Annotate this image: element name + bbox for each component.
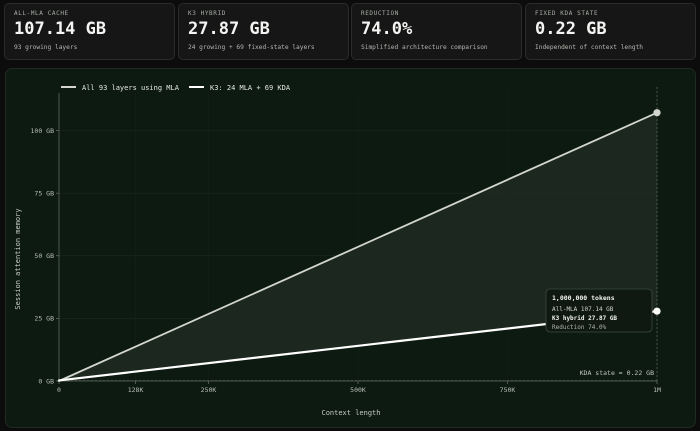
card-value: 107.14 GB xyxy=(14,19,107,39)
card-reduction: REDUCTION 74.0% Simplified architecture … xyxy=(351,3,522,60)
y-tick-label: 0 GB xyxy=(38,377,54,385)
x-tick-label: 250K xyxy=(201,386,217,394)
y-tick-label: 50 GB xyxy=(34,252,54,260)
card-fixed-kda-state: FIXED KDA STATE 0.22 GB Independent of c… xyxy=(525,3,696,60)
series-end-point-k3 xyxy=(653,307,661,315)
legend: All 93 layers using MLA K3: 24 MLA + 69 … xyxy=(61,84,291,92)
card-subtitle: Simplified architecture comparison xyxy=(361,44,488,51)
x-tick-label: 128K xyxy=(128,386,144,394)
kda-state-label: KDA state ≈ 0.22 GB xyxy=(580,369,654,377)
x-tick-label: 0 xyxy=(57,386,61,394)
legend-label-k3: K3: 24 MLA + 69 KDA xyxy=(210,84,291,92)
tooltip-all-mla: All-MLA 107.14 GB xyxy=(552,306,614,313)
legend-label-all-mla: All 93 layers using MLA xyxy=(82,84,180,92)
card-value: 27.87 GB xyxy=(188,19,270,39)
memory-chart: 0 GB 25 GB 50 GB 75 GB 100 GB 0 128K 250K 500K 75… xyxy=(14,84,661,417)
y-tick-label: 75 GB xyxy=(34,189,54,197)
card-k3-hybrid: K3 HYBRID 27.87 GB 24 growing + 69 fixed… xyxy=(178,3,349,60)
tooltip-reduction: Reduction 74.0% xyxy=(552,324,607,331)
tooltip: 1,000,000 tokens All-MLA 107.14 GB K3 hy… xyxy=(545,288,653,333)
series-end-point-all-mla xyxy=(653,109,661,117)
tooltip-title: 1,000,000 tokens xyxy=(552,294,615,302)
card-subtitle: 24 growing + 69 fixed-state layers xyxy=(188,44,315,51)
summary-cards: ALL-MLA CACHE 107.14 GB 93 growing layer… xyxy=(4,3,696,61)
card-subtitle: Independent of context length xyxy=(535,44,644,51)
card-value: 0.22 GB xyxy=(535,19,607,39)
card-value: 74.0% xyxy=(361,19,413,39)
x-tick-label: 750K xyxy=(500,386,516,394)
y-tick-label: 100 GB xyxy=(31,127,55,135)
x-axis-title: Context length xyxy=(321,409,380,417)
x-tick-label: 1M xyxy=(653,386,661,394)
chart-panel: 0 GB 25 GB 50 GB 75 GB 100 GB 0 128K 250K 500K 75… xyxy=(5,68,696,428)
y-axis-title: Session attention memory xyxy=(14,208,22,309)
card-all-mla-cache: ALL-MLA CACHE 107.14 GB 93 growing layer… xyxy=(4,3,175,60)
x-tick-label: 500K xyxy=(350,386,366,394)
tooltip-k3: K3 hybrid 27.87 GB xyxy=(552,315,617,322)
y-tick-label: 25 GB xyxy=(34,315,54,323)
card-label: ALL-MLA CACHE xyxy=(14,10,69,17)
card-subtitle: 93 growing layers xyxy=(14,44,78,51)
card-label: FIXED KDA STATE xyxy=(535,10,599,17)
card-label: REDUCTION xyxy=(361,10,399,17)
card-label: K3 HYBRID xyxy=(188,10,226,17)
